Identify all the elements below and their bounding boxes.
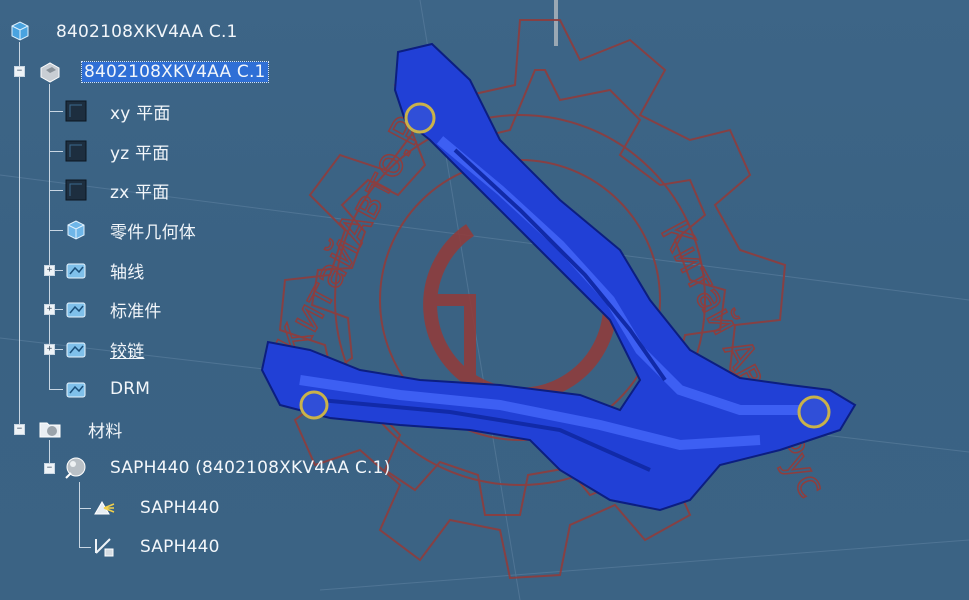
standard-parts-set-label: 标准件 <box>110 301 162 322</box>
tree-node-axis-set[interactable]: 轴线 <box>64 255 144 285</box>
tree-node-yz-plane[interactable]: yz 平面 <box>64 136 169 166</box>
product-icon <box>8 20 32 44</box>
part-body-label: 零件几何体 <box>110 222 196 243</box>
material-render-label: SAPH440 <box>140 498 220 518</box>
geometrical-set-icon <box>64 297 88 321</box>
tree-node-zx-plane[interactable]: zx 平面 <box>64 175 169 205</box>
yz-plane-label: yz 平面 <box>110 143 170 164</box>
plane-icon <box>64 178 88 202</box>
tree-line <box>49 190 63 191</box>
part-icon <box>38 60 62 84</box>
geometrical-set-icon <box>64 377 88 401</box>
material-analysis-label: SAPH440 <box>140 537 220 557</box>
material-analysis-icon <box>92 535 116 559</box>
plane-icon <box>64 99 88 123</box>
tree-node-material-render[interactable]: SAPH440 <box>92 493 220 523</box>
specification-tree: − + + + − − 8402108XKV4AA C.1 8402108XKV… <box>0 0 520 600</box>
material-render-icon <box>92 496 116 520</box>
tree-node-xy-plane[interactable]: xy 平面 <box>64 96 171 126</box>
geometrical-set-icon <box>64 337 88 361</box>
tree-line <box>49 230 63 231</box>
material-sphere-icon <box>64 456 88 480</box>
expand-toggle[interactable]: + <box>44 304 55 315</box>
materials-folder-icon <box>38 417 62 441</box>
tree-line <box>79 482 80 548</box>
tree-line <box>79 547 91 548</box>
collapse-toggle[interactable]: − <box>14 424 25 435</box>
axis-set-label: 轴线 <box>110 262 145 283</box>
hinge-hole-right <box>797 395 831 429</box>
tree-line <box>49 151 63 152</box>
tree-node-material-analysis[interactable]: SAPH440 <box>92 532 220 562</box>
material-label: SAPH440 (8402108XKV4AA C.1) <box>110 458 391 478</box>
tree-node-drm-set[interactable]: DRM <box>64 374 150 404</box>
tree-line <box>79 508 91 509</box>
tree-line <box>49 389 63 390</box>
tree-node-product[interactable]: 8402108XKV4AA C.1 <box>8 17 238 47</box>
collapse-toggle[interactable]: − <box>14 66 25 77</box>
tree-line <box>19 42 20 430</box>
body-icon <box>64 218 88 242</box>
tree-node-material[interactable]: SAPH440 (8402108XKV4AA C.1) <box>64 453 390 483</box>
tree-node-part[interactable]: 8402108XKV4AA C.1 <box>38 57 269 87</box>
tree-node-standard-parts-set[interactable]: 标准件 <box>64 294 162 324</box>
tree-line <box>49 111 63 112</box>
zx-plane-label: zx 平面 <box>110 182 170 203</box>
collapse-toggle[interactable]: − <box>44 463 55 474</box>
plane-icon <box>64 139 88 163</box>
geometrical-set-icon <box>64 258 88 282</box>
part-label[interactable]: 8402108XKV4AA C.1 <box>81 61 269 83</box>
xy-plane-label: xy 平面 <box>110 103 171 124</box>
hinge-set-label: 铰链 <box>110 341 145 362</box>
tree-node-part-body[interactable]: 零件几何体 <box>64 215 196 245</box>
expand-toggle[interactable]: + <box>44 344 55 355</box>
materials-label: 材料 <box>88 421 123 442</box>
expand-toggle[interactable]: + <box>44 265 55 276</box>
drm-set-label: DRM <box>110 379 151 399</box>
tree-node-hinge-set[interactable]: 铰链 <box>64 334 144 364</box>
tree-node-materials[interactable]: 材料 <box>38 414 122 444</box>
product-label: 8402108XKV4AA C.1 <box>56 22 238 42</box>
